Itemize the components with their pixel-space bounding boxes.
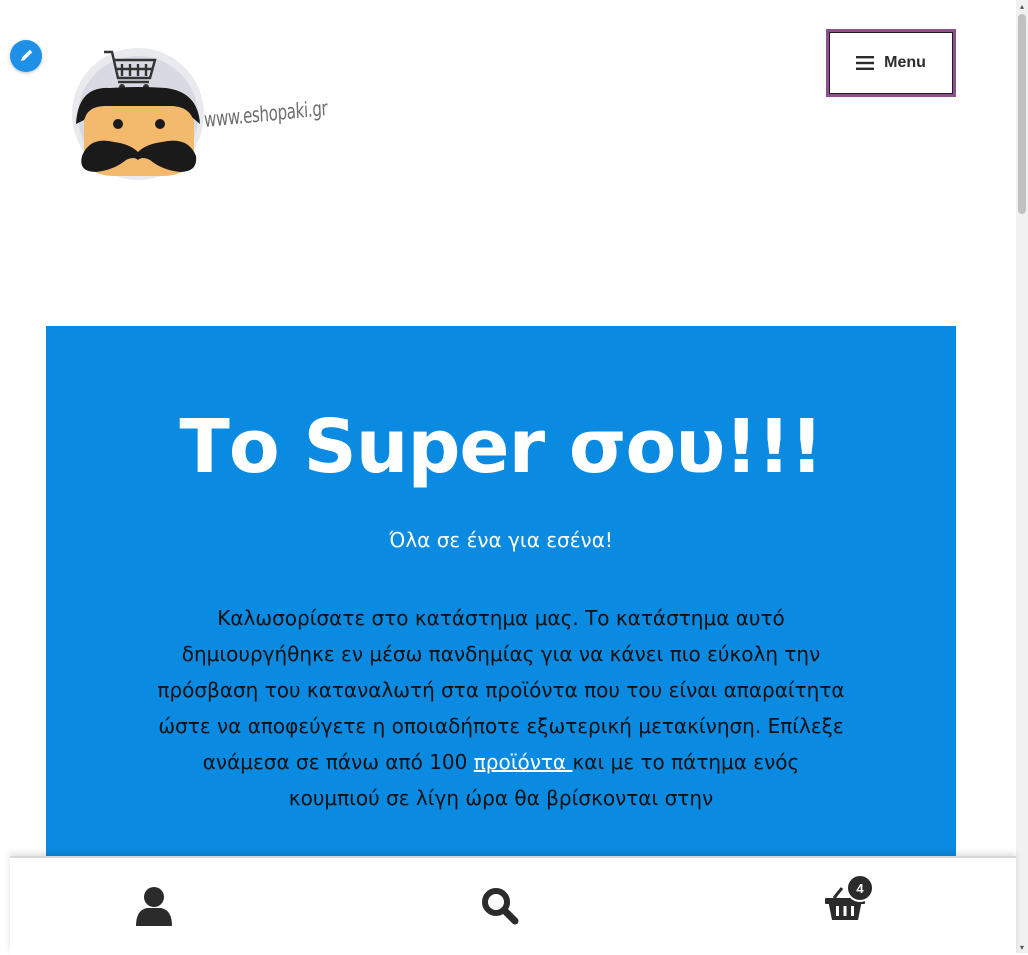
site-logo[interactable]: www.eshopaki.gr xyxy=(70,36,376,181)
mobile-footer-bar: 4 xyxy=(10,856,1016,955)
cart-count-badge: 4 xyxy=(846,874,874,902)
cart-button[interactable]: 4 xyxy=(824,874,874,922)
scroll-up-icon[interactable]: ▴ xyxy=(1016,0,1028,12)
user-icon xyxy=(136,887,172,926)
search-button[interactable] xyxy=(480,886,520,926)
hero-paragraph: Καλωσορίσατε στο κατάστημα μας. Το κατάσ… xyxy=(156,600,846,816)
logo-text: www.eshopaki.gr xyxy=(203,95,328,132)
menu-button[interactable]: Menu xyxy=(826,29,956,97)
menu-button-label: Menu xyxy=(884,54,926,71)
hero-banner: Το Super σου!!! Όλα σε ένα για εσένα! Κα… xyxy=(46,326,956,886)
hero-paragraph-text: Καλωσορίσατε στο κατάστημα μας. Το κατάσ… xyxy=(157,606,845,774)
account-button[interactable] xyxy=(135,886,173,926)
pencil-icon xyxy=(21,49,33,61)
scrollbar[interactable]: ▴ ▾ xyxy=(1016,0,1028,953)
logo-mascot-icon xyxy=(72,48,204,180)
scrollbar-thumb[interactable] xyxy=(1018,14,1026,214)
hamburger-icon xyxy=(856,56,875,70)
hero-title: Το Super σου!!! xyxy=(179,404,823,490)
hero-subtitle: Όλα σε ένα για εσένα! xyxy=(389,528,613,552)
search-icon xyxy=(482,888,519,925)
edit-pencil-button[interactable] xyxy=(10,40,42,72)
products-link[interactable]: προϊόντα xyxy=(474,750,573,774)
scroll-down-icon[interactable]: ▾ xyxy=(1016,941,1028,953)
